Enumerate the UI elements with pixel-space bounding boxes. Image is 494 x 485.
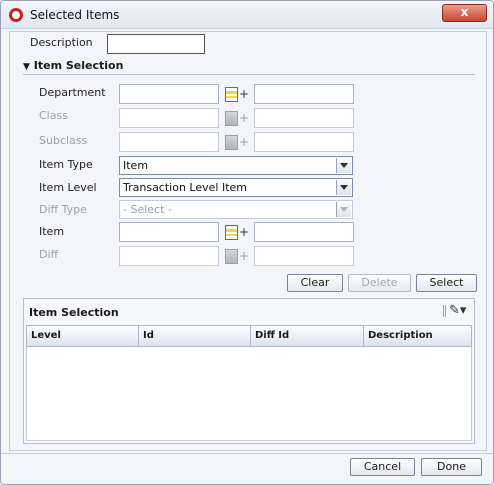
department-description-field[interactable] [254, 84, 354, 104]
pencil-icon[interactable]: ✎▾ [449, 303, 469, 319]
select-button[interactable]: Select [416, 274, 477, 292]
cancel-button[interactable]: Cancel [350, 458, 415, 476]
class-input[interactable] [119, 108, 219, 128]
diff-type-value: - Select - [123, 203, 172, 216]
item-level-select[interactable]: Transaction Level Item [119, 178, 353, 197]
diff-input[interactable] [119, 246, 219, 266]
toolbar-separator [443, 305, 446, 317]
item-level-label: Item Level [39, 181, 97, 194]
subclass-description-field[interactable] [254, 132, 354, 152]
table-body [26, 347, 472, 441]
class-description-field[interactable] [254, 108, 354, 128]
class-label: Class [39, 109, 68, 122]
section-title: Item Selection [33, 59, 124, 72]
department-label: Department [39, 86, 106, 99]
footer-divider [1, 453, 493, 454]
selected-items-dialog: Selected Items x Description ▼ Item Sele… [0, 0, 494, 485]
triangle-down-icon: ▼ [23, 62, 30, 72]
oracle-logo-icon [9, 8, 23, 22]
table-header: Level Id Diff Id Description [26, 325, 472, 347]
item-type-label: Item Type [39, 158, 93, 171]
table-title: Item Selection [29, 306, 119, 319]
diff-description-field[interactable] [254, 246, 354, 266]
item-label: Item [39, 225, 65, 238]
close-button[interactable]: x [442, 4, 487, 22]
section-divider [23, 74, 475, 75]
clear-button[interactable]: Clear [287, 274, 343, 292]
chevron-down-icon[interactable] [336, 202, 351, 217]
column-header-level[interactable]: Level [27, 326, 139, 346]
title-bar[interactable]: Selected Items x [1, 1, 493, 29]
department-lov-icon[interactable]: + [225, 87, 249, 103]
column-header-id[interactable]: Id [139, 326, 251, 346]
item-type-select[interactable]: Item [119, 156, 353, 175]
subclass-label: Subclass [39, 134, 88, 147]
item-selection-table: Item Selection ✎▾ Level Id Diff Id Descr… [23, 298, 475, 444]
chevron-down-icon[interactable] [336, 158, 351, 173]
window-title: Selected Items [30, 8, 120, 22]
description-input[interactable] [107, 34, 205, 54]
chevron-down-icon[interactable] [336, 180, 351, 195]
column-header-description[interactable]: Description [364, 326, 471, 346]
item-lov-icon[interactable]: + [225, 225, 249, 241]
diff-type-label: Diff Type [39, 203, 87, 216]
item-level-value: Transaction Level Item [123, 181, 247, 194]
item-input[interactable] [119, 222, 219, 242]
class-lov-icon[interactable]: + [225, 111, 249, 127]
item-description-field[interactable] [254, 222, 354, 242]
item-selection-section-header[interactable]: ▼ Item Selection [23, 59, 123, 72]
done-button[interactable]: Done [421, 458, 482, 476]
department-input[interactable] [119, 84, 219, 104]
diff-type-select[interactable]: - Select - [119, 200, 353, 219]
item-type-value: Item [123, 159, 149, 172]
diff-label: Diff [39, 248, 59, 261]
diff-lov-icon[interactable]: + [225, 249, 249, 265]
delete-button[interactable]: Delete [348, 274, 411, 292]
subclass-lov-icon[interactable]: + [225, 135, 249, 151]
description-label: Description [30, 36, 93, 49]
column-header-diff-id[interactable]: Diff Id [251, 326, 364, 346]
subclass-input[interactable] [119, 132, 219, 152]
